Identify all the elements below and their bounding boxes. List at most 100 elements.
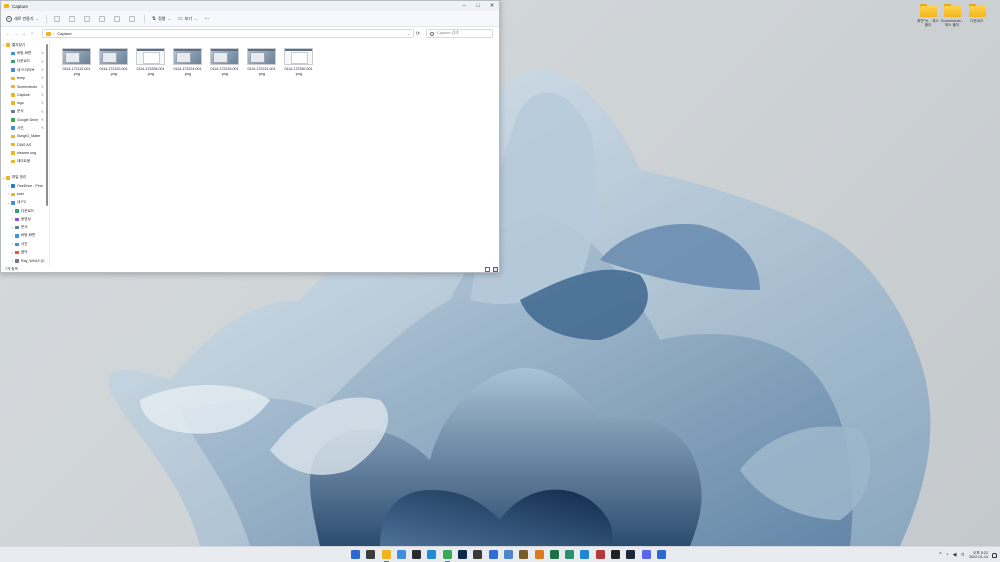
back-button[interactable]: ← [4,31,12,37]
tray-overflow-chevron-icon[interactable]: ^ [939,552,941,558]
navpane-item[interactable]: Google Drive ✎ [1,116,49,124]
chevron-down-icon: ⌄ [193,16,198,21]
file-item[interactable]: 0114-172229-001 .png [206,48,243,76]
file-item[interactable]: 0114-172112-001 .png [58,48,95,76]
address-input[interactable]: › Capture ⌄ [42,29,414,38]
discord-icon[interactable] [641,550,651,559]
navpane-item[interactable] [1,165,49,173]
file-explorer-window[interactable]: Capture – □ ✕ + 새로 만들기 ⌄ ⇅ 정렬 ⌄ ▭ 보기 ⌄ ·… [0,0,500,273]
refresh-app-icon[interactable] [503,550,513,559]
recent-locations-button[interactable]: ⌄ [20,31,28,37]
delete-icon[interactable] [128,15,135,22]
details-view-icon[interactable] [485,267,490,272]
cut-icon[interactable] [53,15,60,22]
navpane-item[interactable]: Capture ✎ [1,91,49,99]
app-blue-icon[interactable] [488,550,498,559]
chrome-icon[interactable] [442,550,452,562]
view-button[interactable]: ▭ 보기 ⌄ [178,16,197,22]
app-brown-icon[interactable] [519,550,529,559]
file-item[interactable]: 0114-172224-001 .png [169,48,206,76]
new-button[interactable]: + 새로 만들기 ⌄ [6,15,39,22]
navpane-item[interactable]: 사진 ✎ [1,124,49,132]
desktop-icon-folder-3[interactable]: 다운로드 [965,4,989,23]
rename-icon[interactable] [98,15,105,22]
terminal-icon[interactable] [473,550,483,559]
large-icons-view-icon[interactable] [493,267,498,272]
maximize-button[interactable]: □ [471,1,485,11]
navigation-pane[interactable]: ⌄ 즐겨찾기 바탕 화면 ✎ 다운로드 ✎ 내 드라이브 ✎ temp ✎ Screenshots ✎… [1,41,50,265]
photoshop-icon[interactable] [458,550,468,559]
image-thumbnail [173,48,202,65]
navpane-item[interactable]: DIAS AS [1,141,49,149]
breadcrumb-capture[interactable]: Capture [57,31,71,36]
navpane-item[interactable]: logo ✎ [1,99,49,107]
search-icon[interactable] [366,550,376,559]
sort-button[interactable]: ⇅ 정렬 ⌄ [152,16,171,22]
excel-icon[interactable] [549,550,559,559]
up-button[interactable]: ↑ [28,31,36,37]
file-item[interactable]: 0114-172330-001 .png [280,48,317,76]
app-steam-icon[interactable] [626,550,636,559]
file-item[interactable]: 0114-172208-001 .png [132,48,169,76]
store-icon[interactable] [412,550,422,559]
navpane-item-label: 바탕 화면 [21,233,36,238]
app-teal-icon[interactable] [565,550,575,559]
navpane-item[interactable]: SungIG_Mater [1,132,49,140]
navpane-item[interactable]: › OneDrive - Pers [1,182,49,190]
paste-icon[interactable] [83,15,90,22]
navpane-item[interactable]: ⌄ 파일 정리 [1,174,49,182]
file-item[interactable]: 0114-172120-001 .png [95,48,132,76]
app-calendar-icon[interactable] [656,550,666,559]
start-icon[interactable] [351,550,360,559]
pin-icon: ✎ [41,117,44,122]
navpane-item[interactable]: 문서 ✎ [1,107,49,115]
navpane-item[interactable]: › 문서 [1,224,49,232]
navpane-item[interactable]: temp ✎ [1,74,49,82]
share-icon[interactable] [113,15,120,22]
file-explorer-icon[interactable] [381,550,391,562]
widgets-icon[interactable] [396,550,406,559]
navpane-item[interactable]: › 음악 [1,248,49,256]
folder-icon [15,225,19,230]
edge-icon[interactable] [427,550,437,559]
navpane-item[interactable]: 내 드라이브 ✎ [1,66,49,74]
navpane-item[interactable]: › 사진 [1,240,49,248]
folder-icon [11,109,15,114]
navpane-item[interactable]: › 다운로드 [1,207,49,215]
wifi-icon[interactable]: ◔ [946,552,949,558]
navpane-item[interactable]: ⌄ 즐겨찾기 [1,41,49,49]
navpane-item[interactable]: › 바탕 화면 [1,232,49,240]
title-bar[interactable]: Capture – □ ✕ [1,1,499,11]
volume-icon[interactable]: ◀ [953,552,957,558]
navpane-item[interactable]: › Ray_Win10 (C: [1,257,49,265]
navpane-item[interactable]: 다운로드 ✎ [1,58,49,66]
search-input[interactable]: Capture 검색 [426,29,493,38]
navpane-item[interactable]: 데이트용 [1,157,49,165]
forward-button[interactable]: → [12,31,20,37]
navpane-item[interactable]: › 동영상 [1,215,49,223]
copy-icon[interactable] [68,15,75,22]
navpane-item[interactable]: elearne.ong [1,149,49,157]
command-bar: + 새로 만들기 ⌄ ⇅ 정렬 ⌄ ▭ 보기 ⌄ ··· [1,11,499,27]
more-options-button[interactable]: ··· [204,16,209,22]
desktop-icon-folder-1[interactable]: 화면 녹... 제스 폴더 [916,4,940,27]
address-dropdown-icon[interactable]: ⌄ [407,31,410,36]
navpane-item[interactable]: ⌄ 내 PC [1,199,49,207]
app-red-icon[interactable] [595,550,605,559]
folder-icon [46,31,51,36]
navpane-item[interactable]: Screenshots ✎ [1,82,49,90]
notification-bell-icon[interactable] [992,552,997,558]
desktop-icon-folder-2[interactable]: Screenshots - 제스 폴더 [940,4,964,27]
minimize-button[interactable]: – [457,1,471,11]
app-dark-icon[interactable] [611,550,621,559]
clock[interactable]: 오후 5:22 2022-01-14 [969,551,988,560]
refresh-button[interactable]: ⟳ [414,31,422,37]
navpane-item[interactable]: › user [1,190,49,198]
file-item[interactable]: 0114-172231-001 .png [243,48,280,76]
input-language-indicator[interactable]: 가 [960,552,964,558]
close-button[interactable]: ✕ [485,1,499,11]
navpane-item[interactable]: 바탕 화면 ✎ [1,49,49,57]
app-orange-icon[interactable] [534,550,544,559]
app-azure-icon[interactable] [580,550,590,559]
file-list[interactable]: 0114-172112-001 .png 0114-172120-001 .png 01… [50,41,499,265]
